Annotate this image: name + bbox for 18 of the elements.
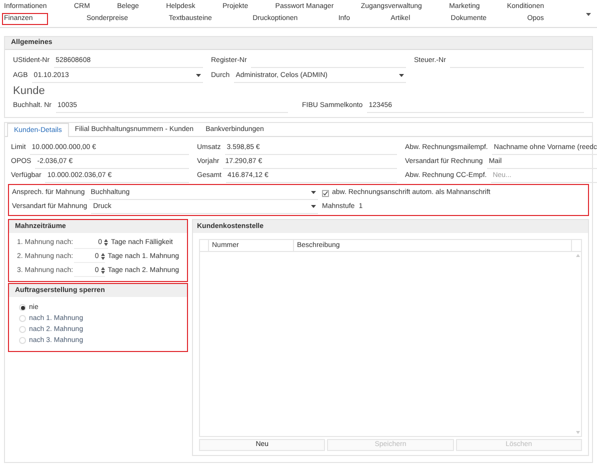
scroll-down-icon[interactable] xyxy=(576,431,580,434)
radio-button[interactable] xyxy=(19,326,26,333)
scrollbar[interactable] xyxy=(574,252,581,436)
dropdown-caret-icon xyxy=(399,74,404,77)
radio-button[interactable] xyxy=(19,304,26,311)
radio-button[interactable] xyxy=(19,337,26,344)
customer-heading: Kunde xyxy=(13,84,46,98)
dropdown-caret-icon xyxy=(311,191,316,194)
checkmark-icon xyxy=(323,190,328,196)
radio-button[interactable] xyxy=(19,315,26,322)
spinner-arrows-icon[interactable] xyxy=(104,239,108,246)
dropdown-caret-icon xyxy=(311,205,316,208)
dropdown-caret-icon xyxy=(196,74,201,77)
scroll-up-icon[interactable] xyxy=(576,254,580,257)
spinner-arrows-icon[interactable] xyxy=(100,267,105,274)
overflow-caret-icon[interactable] xyxy=(586,13,591,16)
checkbox[interactable] xyxy=(322,190,329,196)
spinner-arrows-icon[interactable] xyxy=(100,253,105,260)
